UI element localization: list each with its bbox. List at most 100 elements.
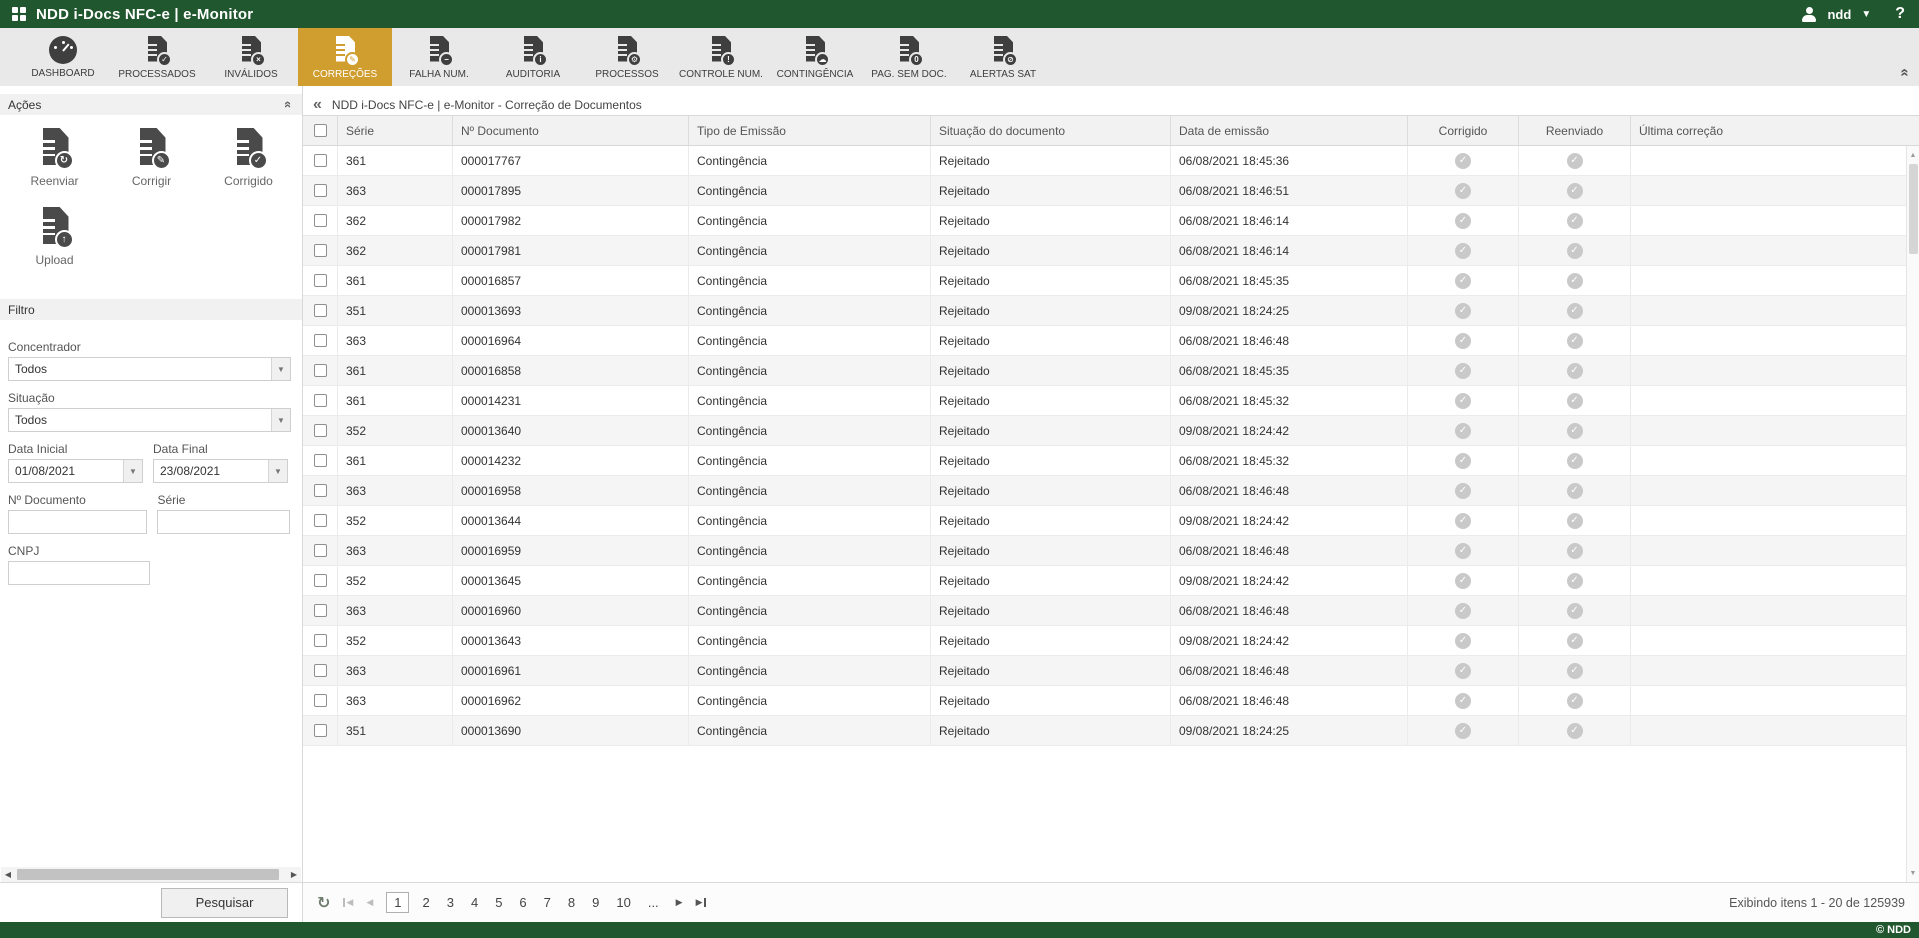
table-row[interactable]: 352000013644ContingênciaRejeitado09/08/2… xyxy=(303,506,1919,536)
page-button-9[interactable]: 9 xyxy=(588,893,603,912)
toolbar-item-controle-num[interactable]: !CONTROLE NUM. xyxy=(674,28,768,86)
row-checkbox[interactable] xyxy=(314,634,327,647)
column-header-serie[interactable]: Série xyxy=(338,116,453,145)
page-button-3[interactable]: 3 xyxy=(443,893,458,912)
table-row[interactable]: 363000016960ContingênciaRejeitado06/08/2… xyxy=(303,596,1919,626)
grid-vertical-scrollbar[interactable]: ▲ ▼ xyxy=(1906,146,1919,882)
collapse-actions-icon[interactable]: « xyxy=(282,101,295,108)
row-checkbox[interactable] xyxy=(314,184,327,197)
page-button-8[interactable]: 8 xyxy=(564,893,579,912)
situacao-select[interactable]: Todos ▼ xyxy=(8,408,291,432)
table-row[interactable]: 363000016961ContingênciaRejeitado06/08/2… xyxy=(303,656,1919,686)
column-header-tipo-de-emissao[interactable]: Tipo de Emissão xyxy=(689,116,931,145)
table-row[interactable]: 361000017767ContingênciaRejeitado06/08/2… xyxy=(303,146,1919,176)
table-row[interactable]: 363000016964ContingênciaRejeitado06/08/2… xyxy=(303,326,1919,356)
action-corrigido[interactable]: ✓Corrigido xyxy=(200,127,297,188)
page-button-4[interactable]: 4 xyxy=(467,893,482,912)
prev-page-button[interactable]: ◀ xyxy=(366,897,373,908)
column-header-reenviado[interactable]: Reenviado xyxy=(1519,116,1631,145)
serie-input[interactable] xyxy=(157,510,290,534)
table-row[interactable]: 352000013645ContingênciaRejeitado09/08/2… xyxy=(303,566,1919,596)
toolbar-item-contingencia[interactable]: ☁CONTINGÊNCIA xyxy=(768,28,862,86)
collapse-toolbar-icon[interactable]: « xyxy=(1901,64,1909,82)
data-final-select[interactable]: 23/08/2021 ▼ xyxy=(153,459,288,483)
chevron-down-icon[interactable]: ▼ xyxy=(271,358,290,380)
help-button[interactable]: ? xyxy=(1895,5,1905,23)
table-row[interactable]: 363000017895ContingênciaRejeitado06/08/2… xyxy=(303,176,1919,206)
page-button-10[interactable]: 10 xyxy=(612,893,634,912)
documento-input[interactable] xyxy=(8,510,147,534)
last-page-button[interactable]: ▶ xyxy=(696,897,706,908)
chevron-down-icon[interactable]: ▼ xyxy=(268,460,287,482)
action-reenviar[interactable]: ↻Reenviar xyxy=(6,127,103,188)
table-row[interactable]: 361000014231ContingênciaRejeitado06/08/2… xyxy=(303,386,1919,416)
column-header-ultima-correcao[interactable]: Última correção xyxy=(1631,116,1906,145)
table-row[interactable]: 361000016857ContingênciaRejeitado06/08/2… xyxy=(303,266,1919,296)
concentrador-select[interactable]: Todos ▼ xyxy=(8,357,291,381)
toolbar-item-correcoes[interactable]: ✎CORREÇÕES xyxy=(298,28,392,86)
first-page-button[interactable]: ◀ xyxy=(343,897,353,908)
toolbar-item-invalidos[interactable]: ×INVÁLIDOS xyxy=(204,28,298,86)
row-checkbox[interactable] xyxy=(314,214,327,227)
chevron-down-icon[interactable]: ▼ xyxy=(1861,9,1871,20)
chevron-down-icon[interactable]: ▼ xyxy=(123,460,142,482)
page-button-2[interactable]: 2 xyxy=(418,893,433,912)
table-row[interactable]: 362000017981ContingênciaRejeitado06/08/2… xyxy=(303,236,1919,266)
table-row[interactable]: 352000013640ContingênciaRejeitado09/08/2… xyxy=(303,416,1919,446)
table-row[interactable]: 361000014232ContingênciaRejeitado06/08/2… xyxy=(303,446,1919,476)
row-checkbox[interactable] xyxy=(314,424,327,437)
data-inicial-select[interactable]: 01/08/2021 ▼ xyxy=(8,459,143,483)
column-header-situacao-do-documento[interactable]: Situação do documento xyxy=(931,116,1171,145)
table-row[interactable]: 363000016962ContingênciaRejeitado06/08/2… xyxy=(303,686,1919,716)
scrollbar-thumb[interactable] xyxy=(1909,164,1918,254)
toolbar-item-dashboard[interactable]: DASHBOARD xyxy=(16,28,110,86)
row-checkbox[interactable] xyxy=(314,244,327,257)
toolbar-item-processos[interactable]: ⚙PROCESSOS xyxy=(580,28,674,86)
table-row[interactable]: 351000013690ContingênciaRejeitado09/08/2… xyxy=(303,716,1919,746)
row-checkbox[interactable] xyxy=(314,454,327,467)
toolbar-item-processados[interactable]: ✓PROCESSADOS xyxy=(110,28,204,86)
row-checkbox[interactable] xyxy=(314,604,327,617)
table-row[interactable]: 362000017982ContingênciaRejeitado06/08/2… xyxy=(303,206,1919,236)
page-button-1[interactable]: 1 xyxy=(386,892,409,913)
toolbar-item-falha-num[interactable]: −FALHA NUM. xyxy=(392,28,486,86)
collapse-sidebar-icon[interactable]: « xyxy=(313,97,322,113)
search-button[interactable]: Pesquisar xyxy=(161,888,288,918)
row-checkbox[interactable] xyxy=(314,694,327,707)
column-header-n-documento[interactable]: Nº Documento xyxy=(453,116,689,145)
row-checkbox[interactable] xyxy=(314,484,327,497)
toolbar-item-alertas-sat[interactable]: ⊘ALERTAS SAT xyxy=(956,28,1050,86)
page-button-6[interactable]: 6 xyxy=(515,893,530,912)
scrollbar-thumb[interactable] xyxy=(17,869,279,880)
scroll-up-icon[interactable]: ▲ xyxy=(1907,148,1919,162)
action-corrigir[interactable]: ✎Corrigir xyxy=(103,127,200,188)
sidebar-horizontal-scrollbar[interactable]: ◀ ▶ xyxy=(1,867,301,882)
row-checkbox[interactable] xyxy=(314,364,327,377)
cnpj-input[interactable] xyxy=(8,561,150,585)
column-header-data-de-emissao[interactable]: Data de emissão xyxy=(1171,116,1408,145)
row-checkbox[interactable] xyxy=(314,394,327,407)
row-checkbox[interactable] xyxy=(314,334,327,347)
table-row[interactable]: 352000013643ContingênciaRejeitado09/08/2… xyxy=(303,626,1919,656)
row-checkbox[interactable] xyxy=(314,274,327,287)
row-checkbox[interactable] xyxy=(314,544,327,557)
page-button-7[interactable]: 7 xyxy=(540,893,555,912)
scroll-right-icon[interactable]: ▶ xyxy=(287,867,301,882)
table-row[interactable]: 361000016858ContingênciaRejeitado06/08/2… xyxy=(303,356,1919,386)
table-row[interactable]: 363000016958ContingênciaRejeitado06/08/2… xyxy=(303,476,1919,506)
action-upload[interactable]: ↑Upload xyxy=(6,206,103,267)
column-header-corrigido[interactable]: Corrigido xyxy=(1408,116,1519,145)
scroll-down-icon[interactable]: ▼ xyxy=(1907,866,1919,880)
user-menu[interactable]: ndd xyxy=(1827,7,1851,22)
app-grid-icon[interactable] xyxy=(12,7,26,21)
refresh-button[interactable]: ↻ xyxy=(317,893,330,913)
row-checkbox[interactable] xyxy=(314,514,327,527)
row-checkbox[interactable] xyxy=(314,154,327,167)
select-all-checkbox[interactable] xyxy=(314,124,327,137)
page-button-5[interactable]: 5 xyxy=(491,893,506,912)
scroll-left-icon[interactable]: ◀ xyxy=(1,867,15,882)
row-checkbox[interactable] xyxy=(314,304,327,317)
toolbar-item-pag-sem-doc[interactable]: 0PAG. SEM DOC. xyxy=(862,28,956,86)
toolbar-item-auditoria[interactable]: iAUDITORIA xyxy=(486,28,580,86)
table-row[interactable]: 363000016959ContingênciaRejeitado06/08/2… xyxy=(303,536,1919,566)
